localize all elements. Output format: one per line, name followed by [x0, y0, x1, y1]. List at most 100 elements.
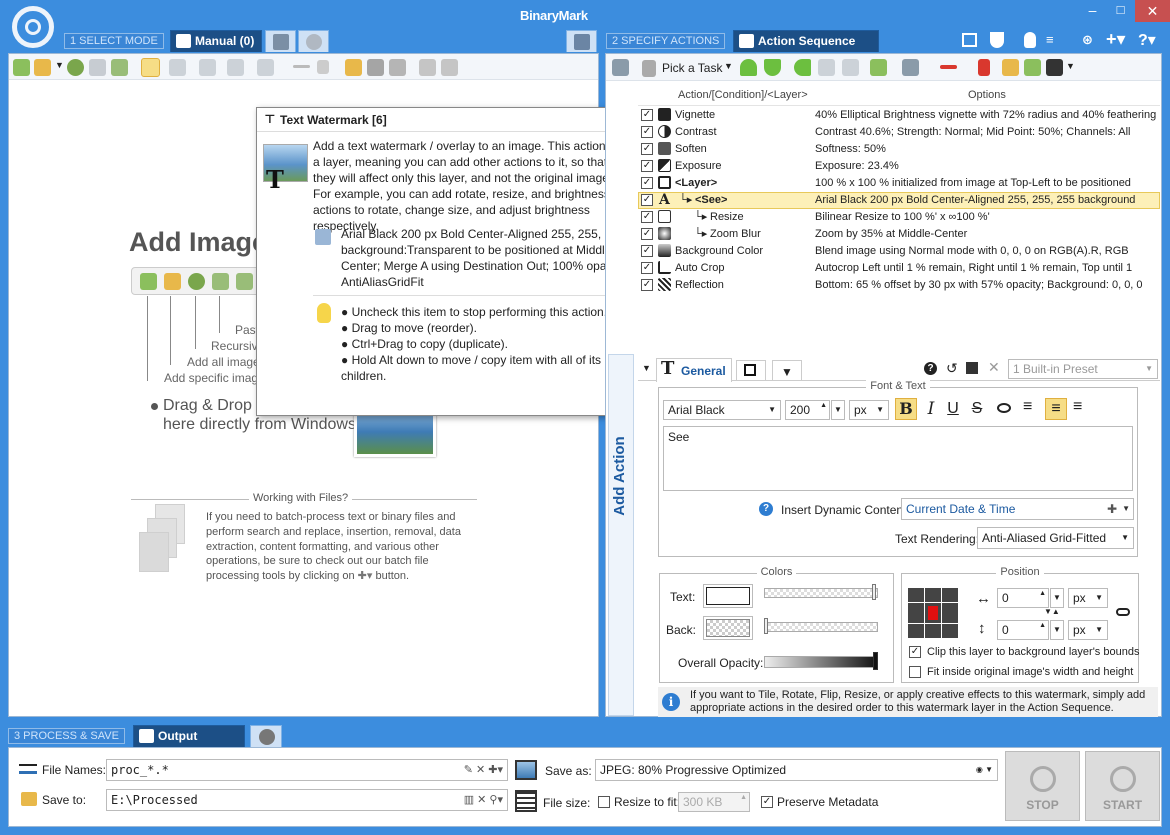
save-to-input[interactable]: E:\Processed ▥ ✕ ⚲▾ [106, 789, 508, 811]
table-row[interactable]: ✓ Reflection Bottom: 65 % offset by 30 p… [638, 277, 1160, 294]
fit-checkbox[interactable] [909, 666, 921, 678]
save-icon[interactable] [367, 59, 384, 76]
tab-filter[interactable]: ▼ [772, 360, 802, 380]
indent-icon[interactable] [818, 59, 835, 76]
table-row[interactable]: ✓ Auto Crop Autocrop Left until 1 % rema… [638, 260, 1160, 277]
save-sequence-icon[interactable] [1024, 59, 1041, 76]
tab-schedule[interactable] [298, 30, 329, 52]
lightbulb-icon[interactable] [1024, 32, 1036, 48]
table-row[interactable]: ✓ Soften Softness: 50% [638, 141, 1160, 158]
table-row[interactable]: ✓ Contrast Contrast 40.6%; Strength: Nor… [638, 124, 1160, 141]
move-icon[interactable] [169, 59, 186, 76]
align-right-icon[interactable]: ≡ [1073, 398, 1082, 416]
row-checkbox[interactable]: ✓ [641, 245, 653, 257]
add-specific-images-icon[interactable] [140, 273, 157, 290]
text-area[interactable]: See [663, 426, 1133, 491]
x-unit-select[interactable]: px ▼ [1068, 588, 1108, 608]
row-checkbox[interactable]: ✓ [641, 194, 653, 206]
export-icon[interactable] [441, 59, 458, 76]
add-menu-icon[interactable]: +▾ [1106, 29, 1126, 50]
help-menu-icon[interactable]: ?▾ [1138, 30, 1156, 50]
delete-icon[interactable] [940, 65, 957, 69]
font-select[interactable]: Arial Black ▼ [663, 400, 781, 420]
filter-icon[interactable] [227, 59, 244, 76]
x-chevron[interactable]: ▼ [1050, 588, 1064, 608]
chevron-down-icon[interactable]: ▼ [55, 60, 64, 70]
eye-icon[interactable] [997, 403, 1011, 413]
list-icon[interactable] [419, 59, 436, 76]
row-checkbox[interactable]: ✓ [641, 228, 653, 240]
open-folder-icon[interactable] [345, 59, 362, 76]
pick-task-chevron-icon[interactable]: ▼ [724, 61, 733, 71]
save-as-select[interactable]: JPEG: 80% Progressive Optimized ◉ ▼ [595, 759, 998, 781]
shield-icon[interactable] [990, 32, 1004, 48]
swap-icon[interactable]: ▼▲ [1044, 607, 1060, 616]
tab-output-settings[interactable]: Output Settings [133, 725, 245, 764]
tab-watch-folder[interactable] [265, 30, 296, 52]
new-action-icon[interactable] [612, 59, 629, 76]
add-action-side-tab[interactable]: Add Action [608, 354, 634, 716]
grid-view-icon[interactable] [141, 58, 160, 77]
text-opacity-slider[interactable] [764, 588, 878, 598]
text-color-swatch[interactable] [703, 584, 753, 608]
text-rendering-select[interactable]: Anti-Aliased Grid-Fitted ▼ [977, 527, 1134, 549]
resize-fit-checkbox[interactable] [598, 796, 610, 808]
y-offset-input[interactable]: 0▲▼ [997, 620, 1049, 640]
dynamic-content-select[interactable]: Current Date & Time ✚ ▼ [901, 498, 1134, 520]
row-checkbox[interactable]: ✓ [641, 109, 653, 121]
add-variant-icon[interactable] [902, 59, 919, 76]
anchor-top-right[interactable] [942, 588, 958, 602]
tab-manual[interactable]: Manual (0) [170, 30, 262, 52]
back-color-swatch[interactable] [703, 616, 753, 640]
add-files-icon[interactable] [13, 59, 30, 76]
anchor-left[interactable] [908, 603, 924, 623]
checklist-add-icon[interactable] [642, 60, 656, 77]
unit-select[interactable]: px ▼ [849, 400, 889, 420]
opacity-slider-thumb[interactable] [873, 652, 878, 670]
remove-icon[interactable] [293, 65, 310, 68]
back-slider-thumb[interactable] [764, 618, 768, 634]
console-icon[interactable] [962, 33, 977, 47]
add-to-sequence-icon[interactable] [870, 59, 887, 76]
delete-preset-icon[interactable]: ✕ [988, 359, 1000, 376]
scan-icon[interactable] [89, 59, 106, 76]
preset-select[interactable]: 1 Built-in Preset ▼ [1008, 359, 1158, 379]
start-button[interactable]: START [1085, 751, 1160, 821]
anchor-top[interactable] [925, 588, 941, 602]
paste-add-icon[interactable] [111, 59, 128, 76]
minimize-button[interactable]: – [1080, 2, 1105, 22]
clip-checkbox[interactable]: ✓ [909, 646, 921, 658]
anchor-top-left[interactable] [908, 588, 924, 602]
table-row[interactable]: ✓ └▸ Resize Bilinear Resize to 100 %' x … [638, 209, 1160, 226]
table-row[interactable]: ✓ Background Color Blend image using Nor… [638, 243, 1160, 260]
close-button[interactable]: ✕ [1135, 0, 1170, 22]
paste-icon[interactable] [212, 273, 229, 290]
resize-kb-input[interactable]: 300 KB▲▼ [678, 792, 750, 812]
anchor-bottom[interactable] [925, 624, 941, 638]
remove-all-icon[interactable] [317, 60, 329, 74]
row-checkbox[interactable]: ✓ [641, 143, 653, 155]
outdent-icon[interactable] [794, 59, 811, 76]
sort-icon[interactable] [257, 59, 274, 76]
floppy-icon[interactable] [389, 59, 406, 76]
move-up-icon[interactable] [740, 59, 757, 76]
overall-opacity-slider[interactable] [764, 656, 878, 668]
settings-gear-icon[interactable] [12, 6, 54, 48]
stop-button[interactable]: STOP [1005, 751, 1080, 821]
tab-action-sequence[interactable]: Action Sequence (11) [733, 30, 879, 69]
save-preset-icon[interactable] [966, 362, 978, 374]
y-unit-select[interactable]: px ▼ [1068, 620, 1108, 640]
anchor-grid[interactable] [908, 588, 958, 638]
y-chevron[interactable]: ▼ [1050, 620, 1064, 640]
preserve-metadata-checkbox[interactable]: ✓ [761, 796, 773, 808]
anchor-center[interactable] [925, 603, 941, 623]
copy-icon[interactable] [199, 59, 216, 76]
info-circle-icon[interactable]: ? [759, 502, 773, 516]
add-all-images-icon[interactable] [164, 273, 181, 290]
help-icon[interactable]: ? [924, 362, 937, 375]
align-left-icon[interactable]: ≡ [1023, 398, 1032, 416]
anchor-right[interactable] [942, 603, 958, 623]
row-checkbox[interactable]: ✓ [641, 211, 653, 223]
italic-button[interactable]: I [923, 398, 939, 420]
floppy-save-icon[interactable] [1046, 59, 1063, 76]
